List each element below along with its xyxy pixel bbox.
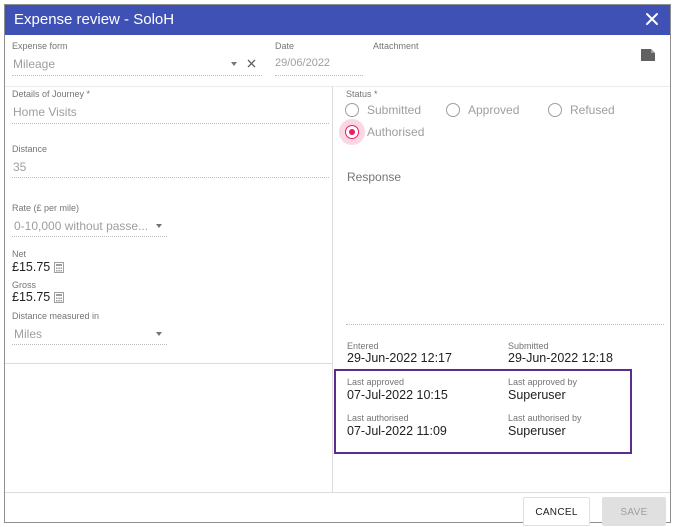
response-textarea[interactable] — [345, 187, 663, 323]
journey-underline — [12, 123, 329, 124]
status-label: Status * — [346, 89, 378, 99]
calculator-icon — [54, 292, 64, 303]
rate-label: Rate (£ per mile) — [12, 203, 80, 213]
column-divider — [332, 86, 333, 492]
distance-unit-select[interactable]: Miles — [14, 327, 42, 341]
distance-unit-underline — [12, 344, 167, 345]
attachment-label: Attachment — [373, 41, 419, 51]
gross-label: Gross — [12, 280, 37, 290]
date-label: Date — [275, 41, 295, 51]
last-authorised-label: Last authorised — [347, 413, 409, 423]
rate-underline — [12, 236, 167, 237]
last-approved-value: 07-Jul-2022 10:15 — [347, 388, 448, 402]
status-radio-approved[interactable] — [446, 103, 460, 117]
journey-label: Details of Journey * — [12, 89, 91, 99]
date-underline — [275, 75, 363, 76]
expense-form-select[interactable]: Mileage — [13, 57, 55, 71]
entered-label: Entered — [347, 341, 379, 351]
distance-underline — [12, 177, 329, 178]
last-authorised-value: 07-Jul-2022 11:09 — [347, 424, 447, 438]
header-divider — [5, 86, 670, 87]
expense-form-label: Expense form — [12, 41, 68, 51]
expense-form-underline — [12, 75, 262, 76]
left-section-divider — [5, 363, 332, 364]
date-field[interactable]: 29/06/2022 — [275, 57, 330, 69]
distance-field[interactable]: 35 — [13, 160, 26, 174]
status-radio-authorised[interactable] — [345, 125, 359, 139]
status-option-submitted[interactable]: Submitted — [367, 103, 421, 117]
status-radio-submitted[interactable] — [345, 103, 359, 117]
status-option-approved[interactable]: Approved — [468, 103, 519, 117]
status-option-refused[interactable]: Refused — [570, 103, 615, 117]
clear-icon[interactable] — [247, 59, 256, 68]
last-authorised-by-value: Superuser — [508, 424, 566, 438]
response-underline — [346, 324, 664, 325]
cancel-button[interactable]: CANCEL — [523, 497, 590, 526]
entered-value: 29-Jun-2022 12:17 — [347, 351, 452, 365]
distance-unit-label: Distance measured in — [12, 311, 100, 321]
status-option-authorised[interactable]: Authorised — [367, 125, 424, 139]
chevron-down-icon[interactable] — [156, 224, 162, 228]
last-approved-label: Last approved — [347, 377, 405, 387]
submitted-value: 29-Jun-2022 12:18 — [508, 351, 613, 365]
attachment-file-icon[interactable] — [641, 49, 655, 61]
status-radio-refused[interactable] — [548, 103, 562, 117]
dialog-titlebar: Expense review - SoloH — [5, 5, 670, 35]
close-icon[interactable] — [643, 10, 661, 28]
last-authorised-by-label: Last authorised by — [508, 413, 582, 423]
calculator-icon — [54, 262, 64, 273]
rate-select[interactable]: 0-10,000 without passe... — [14, 219, 148, 233]
chevron-down-icon[interactable] — [156, 332, 162, 336]
submitted-label: Submitted — [508, 341, 549, 351]
journey-field[interactable]: Home Visits — [13, 105, 77, 119]
distance-label: Distance — [12, 144, 48, 154]
net-value: £15.75 — [12, 260, 51, 274]
expense-review-dialog: Expense review - SoloH Expense form Mile… — [4, 4, 671, 526]
dialog-title: Expense review - SoloH — [14, 11, 175, 28]
last-approved-by-value: Superuser — [508, 388, 566, 402]
save-button[interactable]: SAVE — [602, 497, 666, 526]
last-approved-by-label: Last approved by — [508, 377, 578, 387]
footer-divider — [5, 492, 670, 493]
chevron-down-icon[interactable] — [231, 62, 237, 66]
net-label: Net — [12, 249, 27, 259]
gross-value: £15.75 — [12, 290, 51, 304]
response-label: Response — [347, 170, 402, 184]
